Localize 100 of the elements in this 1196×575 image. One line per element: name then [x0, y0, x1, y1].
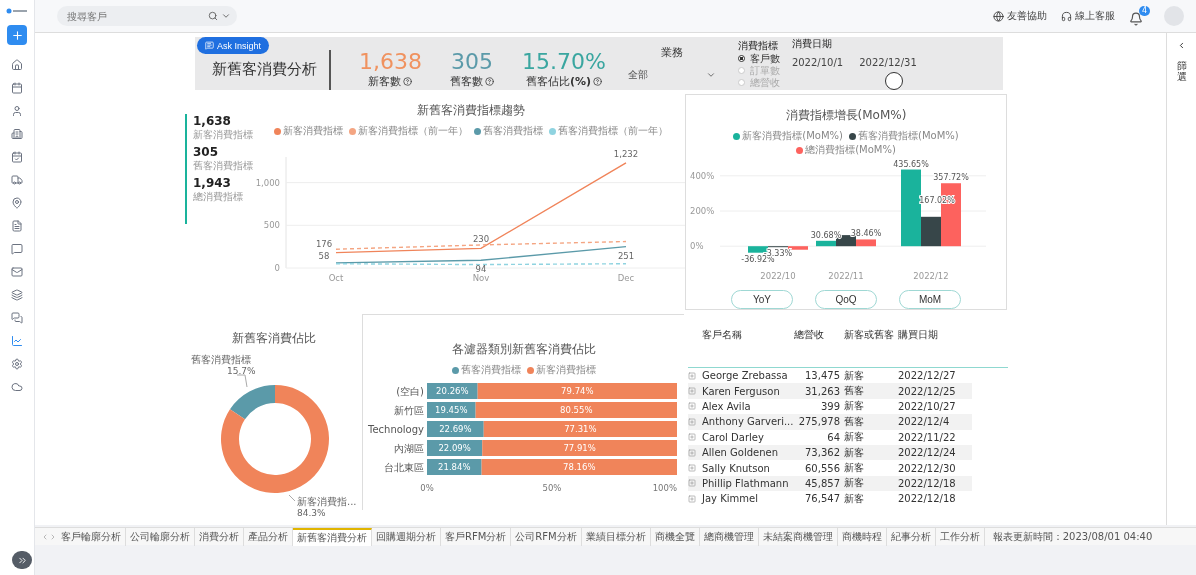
column-header[interactable]: 新客或舊客: [844, 328, 898, 367]
page-tab[interactable]: 公司RFM分析: [511, 527, 582, 546]
data-label: 80.55%: [559, 405, 592, 415]
radio-option[interactable]: 客戶數: [737, 52, 780, 65]
data-label: 38.46%: [850, 229, 882, 239]
ask-insight-button[interactable]: Ask Insight: [197, 37, 270, 54]
table-cell-text: 45,857: [804, 477, 841, 489]
table-cell-text: 新客: [844, 399, 865, 414]
page-tab[interactable]: 新舊客消費分析: [293, 527, 372, 546]
end-date[interactable]: 2022/12/31: [859, 57, 917, 68]
expand-button[interactable]: [12, 551, 32, 569]
summary-label: 總消費指標: [193, 190, 244, 204]
page-tab[interactable]: 商機全覽: [650, 527, 700, 546]
page-tab[interactable]: 業績目標分析: [581, 527, 651, 546]
period-button[interactable]: QoQ: [815, 290, 877, 309]
table-cell-text: 新客: [844, 430, 865, 445]
page-tab[interactable]: 回購週期分析: [372, 527, 441, 546]
table-cell-text: 2022/12/18: [898, 477, 957, 489]
search-icon[interactable]: [208, 11, 218, 21]
add-button[interactable]: [7, 25, 27, 45]
page-tab[interactable]: 客戶輪廓分析: [57, 527, 126, 546]
table-cell-text: 2022/12/24: [898, 447, 957, 459]
help-link[interactable]: 友善協助: [993, 9, 1047, 23]
axis-tick-label: 0%: [419, 483, 434, 493]
page-tab[interactable]: 公司輪廓分析: [126, 527, 195, 546]
page-tab[interactable]: 客戶RFM分析: [441, 527, 512, 546]
column-header[interactable]: 購買日期: [898, 328, 962, 367]
next-icon[interactable]: [49, 532, 57, 541]
filter-label: 業務: [659, 45, 684, 60]
page-tab[interactable]: 消費分析: [195, 527, 244, 546]
data-label: 20.26%: [435, 386, 469, 396]
column-header[interactable]: 總營收: [794, 328, 844, 367]
page-tab[interactable]: 總商機管理: [699, 527, 759, 546]
data-label: 77.31%: [563, 424, 597, 434]
period-button[interactable]: YoY: [731, 290, 793, 309]
chats-icon[interactable]: [8, 309, 26, 327]
axis-tick-label: Dec: [617, 273, 635, 283]
data-label: 30.68%: [810, 230, 842, 240]
help-link[interactable]: 線上客服: [1061, 9, 1115, 23]
axis-tick-label: Oct: [328, 273, 344, 283]
table-cell-text: George Zrebassa: [702, 370, 789, 382]
table-cell-text: 31,263: [804, 385, 841, 397]
search-field[interactable]: 搜尋客戶: [57, 6, 237, 26]
legend-item: 新客消費指標（前一年）: [349, 124, 468, 138]
table-cell-text: 76,547: [804, 493, 841, 505]
legend-item: 舊客消費指標（前一年）: [549, 124, 668, 138]
data-label: 1,232: [613, 149, 639, 159]
axis-tick-label: 內湖區: [393, 443, 424, 454]
table-cell-text: 新客: [844, 368, 865, 383]
layers-icon[interactable]: [8, 286, 26, 304]
page-tab[interactable]: 工作分析: [935, 527, 985, 546]
chart-title: 新舊客消費佔比: [231, 330, 316, 347]
data-label: 435.65%: [893, 159, 929, 169]
page-tab[interactable]: 紀事分析: [886, 527, 936, 546]
toggle[interactable]: [884, 72, 903, 90]
page-tab[interactable]: 未結案商機管理: [758, 527, 838, 546]
help-icon[interactable]: [403, 76, 413, 86]
data-label: 357.72%: [933, 173, 969, 183]
kpi-value: 305: [451, 48, 493, 74]
axis-tick-label: 100%: [652, 483, 677, 493]
axis-tick-label: 台北東區: [383, 462, 424, 473]
data-label: 176: [315, 238, 333, 249]
data-label: 19.45%: [434, 405, 467, 415]
chart-title: 消費指標增長(MoM%): [785, 107, 907, 124]
column-header[interactable]: 客戶名稱: [702, 328, 794, 367]
prev-icon[interactable]: [41, 532, 49, 541]
table-cell-text: Allen Goldenen: [702, 447, 780, 459]
filter-label: 消費指標: [737, 38, 779, 53]
table-cell-text: Karen Ferguson: [702, 385, 781, 397]
help-icon[interactable]: [592, 76, 602, 86]
business-dropdown[interactable]: 全部: [627, 68, 716, 82]
table-cell-text: 2022/10/27: [898, 400, 957, 412]
data-label: 230: [472, 234, 490, 245]
axis-tick-label: 2022/10: [760, 271, 796, 281]
page-tab[interactable]: 商機時程: [837, 527, 887, 546]
table-cell-text: 13,475: [804, 370, 841, 382]
axis-tick-label: Nov: [472, 273, 490, 283]
table-cell-text: 新客: [844, 461, 865, 476]
table-cell-text: Jay Kimmel: [702, 493, 759, 505]
start-date[interactable]: 2022/10/1: [791, 57, 844, 68]
table-cell-text: 2022/12/18: [898, 493, 957, 505]
plus-icon: [10, 28, 24, 42]
chevron-icon[interactable]: [221, 11, 231, 21]
table-cell-text: 舊客: [844, 384, 865, 399]
legend-item: 新客消費指標: [274, 124, 343, 138]
headset-icon: [1061, 10, 1072, 22]
table-cell-text: 60,556: [804, 462, 841, 474]
collapse-icon[interactable]: [1177, 41, 1186, 50]
period-button[interactable]: MoM: [899, 290, 961, 309]
kpi-label: 舊客佔比(%): [525, 73, 591, 89]
data-label: 22.09%: [437, 443, 471, 453]
summary-label: 新客消費指標: [193, 128, 254, 142]
leader-line: [236, 374, 248, 388]
table-cell-text: Carol Darley: [702, 431, 765, 443]
legend-item: 總消費指標(MoM%): [796, 143, 896, 157]
help-icon[interactable]: [485, 76, 494, 86]
slice-value: 15.7%: [227, 366, 256, 376]
axis-tick-label: 1,000: [256, 177, 280, 188]
filter-panel-label[interactable]: 篩選: [1176, 60, 1187, 82]
table-cell-text: 新客: [844, 476, 865, 491]
